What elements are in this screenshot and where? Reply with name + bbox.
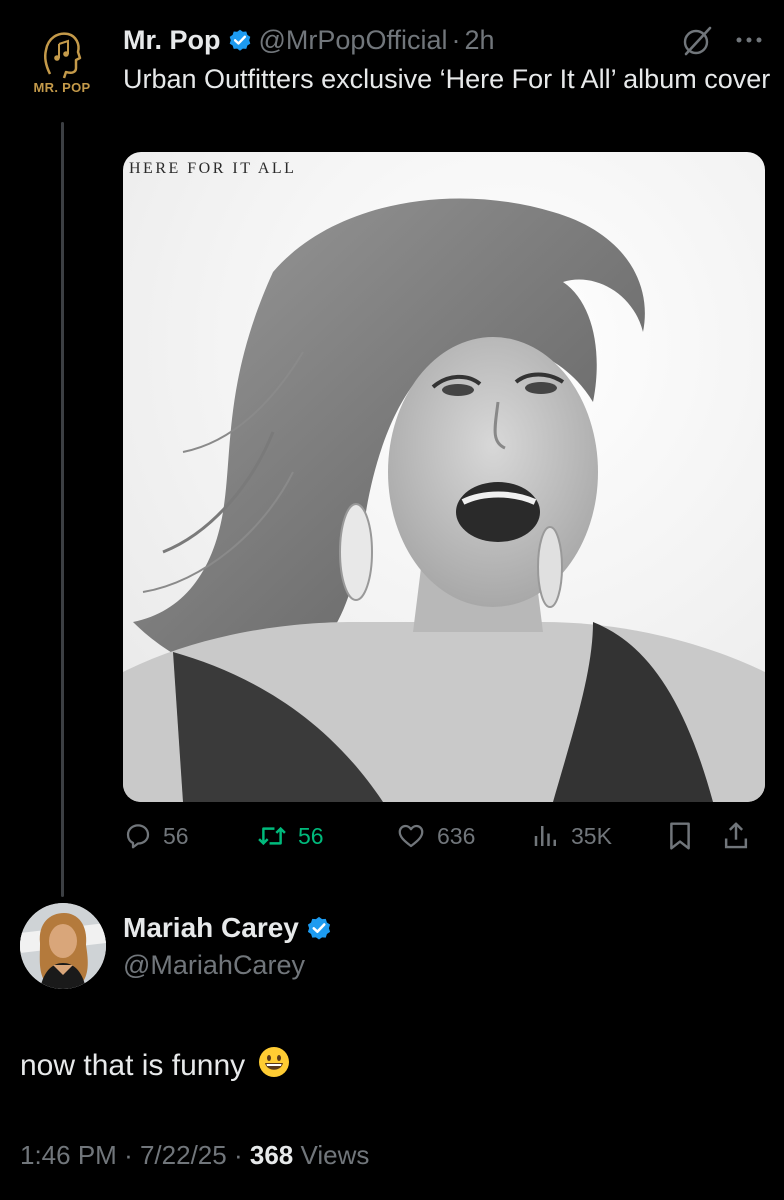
share-button[interactable]	[721, 816, 751, 856]
like-button[interactable]: 636	[395, 816, 475, 856]
mariah-avatar-photo-icon	[20, 903, 106, 989]
bookmark-button[interactable]	[665, 816, 695, 856]
retweet-button[interactable]: 56	[256, 816, 324, 856]
separator-dot: ·	[124, 1140, 133, 1170]
like-count: 636	[437, 822, 476, 849]
reply-time: 1:46 PM	[20, 1140, 117, 1170]
reply-author: Mariah Carey	[123, 912, 339, 944]
reply-date: 7/22/25	[139, 1140, 227, 1170]
retweet-count: 56	[298, 822, 324, 849]
views-count: 35K	[571, 822, 612, 849]
reply-author-handle[interactable]: @MariahCarey	[123, 950, 305, 981]
grok-icon[interactable]	[680, 24, 714, 63]
heart-icon	[398, 824, 424, 848]
reply-views-label[interactable]: Views	[300, 1140, 369, 1170]
bookmark-icon	[670, 822, 690, 850]
tweet-text: Urban Outfitters exclusive ‘Here For It …	[123, 64, 771, 94]
reply-button[interactable]: 56	[123, 816, 189, 856]
reply-count: 56	[163, 822, 189, 849]
share-icon	[724, 822, 748, 849]
tweet-actions: 56 56 636 35K	[123, 816, 763, 856]
thread-line	[61, 122, 64, 897]
tweet-header: Mr. Pop @MrPopOfficial · 2h	[123, 22, 763, 58]
more-options-icon[interactable]	[733, 28, 765, 57]
mrpop-avatar[interactable]: MR. POP	[20, 28, 104, 112]
mariah-avatar[interactable]	[20, 903, 106, 989]
reply-author-name[interactable]: Mariah Carey	[123, 912, 299, 944]
reply-text: now that is funny	[20, 1049, 246, 1082]
retweet-icon	[258, 826, 286, 846]
tweet-time[interactable]: 2h	[464, 25, 494, 56]
tweet-media[interactable]: HERE FOR IT ALL	[123, 152, 765, 802]
mrpop-wordmark: MR. POP	[33, 80, 91, 95]
views-button[interactable]: 35K	[531, 816, 612, 856]
reply-icon	[126, 824, 150, 849]
verified-badge-icon[interactable]	[227, 27, 253, 53]
album-cover-photo-icon	[123, 198, 765, 802]
separator-dot: ·	[233, 1140, 243, 1170]
reply-text-row: now that is funny	[20, 1045, 291, 1087]
author-handle[interactable]: @MrPopOfficial	[259, 25, 448, 56]
reply-views-count[interactable]: 368	[250, 1140, 293, 1170]
mrpop-logo-icon	[40, 28, 84, 80]
verified-badge-icon[interactable]	[305, 914, 333, 942]
author-name[interactable]: Mr. Pop	[123, 25, 221, 56]
separator-dot: ·	[451, 24, 461, 55]
reply-meta: 1:46 PM · 7/22/25 · 368 Views	[20, 1140, 369, 1171]
grinning-face-emoji-icon	[257, 1045, 291, 1087]
views-chart-icon	[534, 826, 556, 846]
